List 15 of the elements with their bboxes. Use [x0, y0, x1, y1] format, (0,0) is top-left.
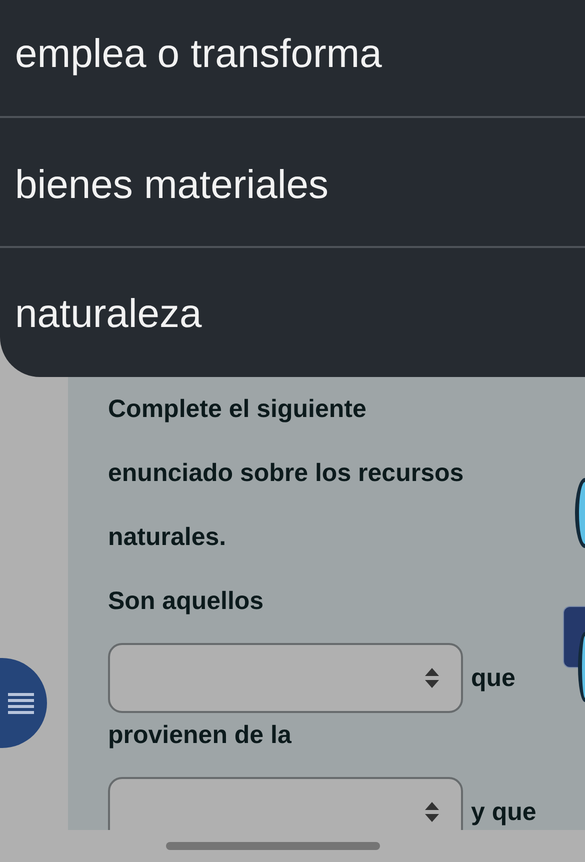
question-text: que	[471, 664, 516, 692]
question-text: y que	[471, 798, 536, 826]
dropdown-field[interactable]	[108, 777, 463, 830]
question-text: naturales.	[108, 522, 226, 553]
up-down-icon	[425, 668, 439, 688]
menu-option[interactable]: emplea o transforma	[0, 0, 585, 118]
menu-icon	[8, 691, 34, 715]
question-text: Complete el siguiente	[108, 394, 366, 425]
menu-option[interactable]: bienes materiales	[0, 118, 585, 248]
question-text: provienen de la	[108, 720, 292, 751]
question-text: Son aquellos	[108, 586, 264, 617]
menu-option[interactable]: naturaleza	[0, 248, 585, 377]
up-down-icon	[425, 802, 439, 822]
question-text: enunciado sobre los recursos	[108, 458, 464, 489]
dropdown-field[interactable]	[108, 643, 463, 713]
